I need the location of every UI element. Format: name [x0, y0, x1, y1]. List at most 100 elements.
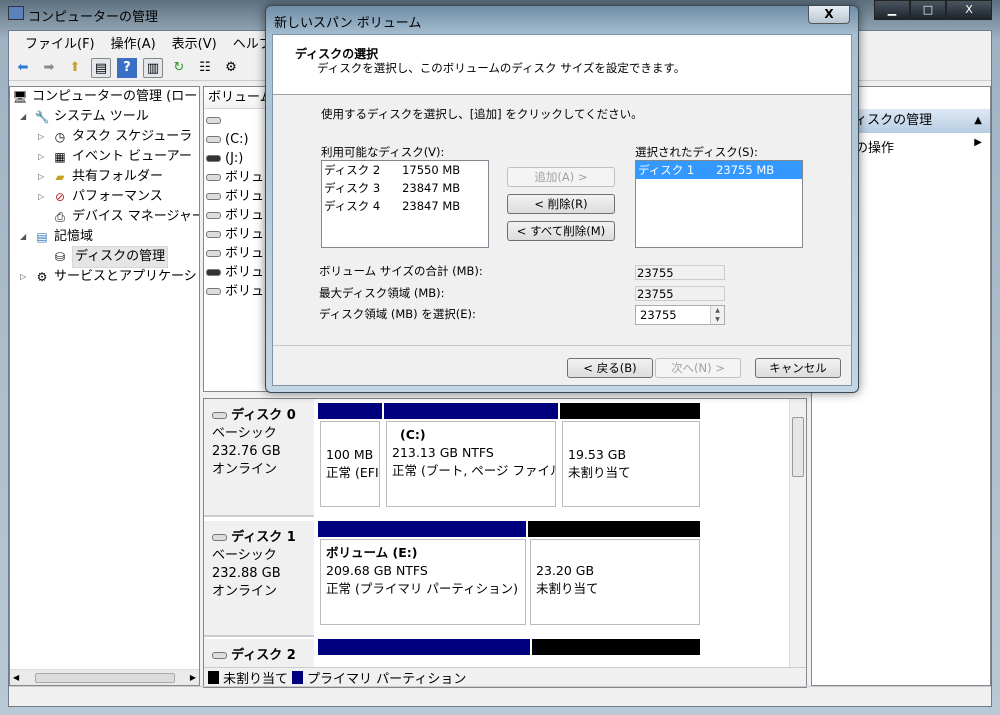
add-button[interactable]: 追加(A) > — [507, 167, 615, 187]
spinner-up-down-icon[interactable]: ▲ ▼ — [710, 306, 724, 324]
drive-icon — [206, 117, 221, 124]
partition-unallocated[interactable]: 23.20 GB 未割り当て — [530, 539, 700, 625]
expand-arrow-icon[interactable]: ▷ — [38, 167, 48, 187]
tree-item-storage[interactable]: ◢ ▤ 記憶域 — [20, 227, 93, 247]
wizard-subheading: ディスクを選択し、このボリュームのディスク サイズを設定できます。 — [317, 61, 686, 75]
tree-item-device-manager[interactable]: ⎙ デバイス マネージャー — [38, 207, 199, 227]
clock-icon: ◷ — [54, 130, 66, 144]
tree-item-task-scheduler[interactable]: ▷ ◷ タスク スケジューラ — [38, 127, 192, 147]
remove-all-button[interactable]: < すべて削除(M) — [507, 221, 615, 241]
volume-row[interactable]: (J:) — [206, 149, 243, 168]
footer-divider — [273, 345, 851, 346]
max-space-value: 23755 — [635, 286, 725, 301]
legend: 未割り当て プライマリ パーティション — [204, 667, 806, 687]
properties-icon[interactable]: ☷ — [195, 58, 215, 78]
list-item[interactable]: ディスク 4 23847 MB — [322, 197, 488, 215]
list-item[interactable]: ディスク 2 17550 MB — [322, 161, 488, 179]
partition-bar-unallocated — [528, 521, 700, 537]
tree-item-event-viewer[interactable]: ▷ ▦ イベント ビューアー — [38, 147, 192, 167]
settings-icon[interactable]: ⚙ — [221, 58, 241, 78]
disk-1-info[interactable]: ディスク 1 ベーシック 232.88 GB オンライン — [204, 521, 314, 637]
chevron-right-icon: ▶ — [974, 137, 982, 148]
menu-view[interactable]: 表示(V) — [164, 33, 225, 52]
partition-bar-unallocated — [532, 639, 700, 655]
drive-icon — [206, 155, 221, 162]
tree-item-services-apps[interactable]: ▷⚙サービスとアプリケーション — [20, 267, 199, 287]
drive-icon — [206, 193, 221, 200]
space-spinner[interactable]: 23755 ▲ ▼ — [635, 305, 725, 325]
total-size-value: 23755 — [635, 265, 725, 280]
drive-icon — [206, 136, 221, 143]
maximize-button[interactable]: □ — [910, 0, 946, 20]
volume-row[interactable]: (C:) — [206, 130, 249, 149]
partition-c[interactable]: (C:) 213.13 GB NTFS 正常 (ブート, ページ ファイル — [386, 421, 556, 507]
partition-unallocated[interactable]: 19.53 GB 未割り当て — [562, 421, 700, 507]
close-button[interactable]: X — [946, 0, 992, 20]
available-disks-label: 利用可能なディスク(V): — [321, 145, 445, 159]
tree-item-performance[interactable]: ▷ ⊘ パフォーマンス — [38, 187, 163, 207]
drive-icon — [206, 212, 221, 219]
back-arrow-icon[interactable]: ⬅ — [13, 58, 33, 78]
scroll-thumb[interactable] — [792, 417, 804, 477]
refresh-icon[interactable]: ↻ — [169, 58, 189, 78]
partition-bar-primary — [318, 521, 526, 537]
more-actions[interactable]: 他の操作 ▶ — [842, 137, 990, 156]
scroll-right-icon[interactable]: ▶ — [190, 673, 196, 682]
services-icon: ⚙ — [36, 270, 48, 284]
status-bar — [9, 686, 991, 706]
collapse-up-icon[interactable]: ▲ — [974, 109, 982, 133]
list-item[interactable]: ディスク 1 23755 MB — [636, 161, 802, 179]
expand-arrow-icon[interactable]: ◢ — [20, 107, 30, 127]
up-folder-icon[interactable]: ⬆ — [65, 58, 85, 78]
wizard-header: ディスクの選択 ディスクを選択し、このボリュームのディスク サイズを設定できます… — [273, 35, 851, 95]
dialog-title: 新しいスパン ボリューム — [274, 16, 422, 31]
total-size-label: ボリューム サイズの合計 (MB): — [319, 264, 483, 278]
disk-icon — [212, 534, 227, 541]
available-disks-list[interactable]: ディスク 2 17550 MB ディスク 3 23847 MB ディスク 4 2… — [321, 160, 489, 248]
tree-item-system-tools[interactable]: ◢ 🔧 システム ツール — [20, 107, 149, 127]
remove-button[interactable]: < 削除(R) — [507, 194, 615, 214]
forward-arrow-icon[interactable]: ➡ — [39, 58, 59, 78]
scroll-thumb[interactable] — [34, 672, 175, 683]
max-space-label: 最大ディスク領域 (MB): — [319, 286, 445, 300]
menu-file[interactable]: ファイル(F) — [17, 33, 103, 52]
graph-vertical-scrollbar[interactable] — [789, 399, 806, 669]
instruction-text: 使用するディスクを選択し、[追加] をクリックしてください。 — [321, 107, 643, 121]
new-spanned-volume-dialog: 新しいスパン ボリューム X ディスクの選択 ディスクを選択し、このボリュームの… — [265, 5, 859, 393]
back-button[interactable]: < 戻る(B) — [567, 358, 653, 378]
tree-horizontal-scrollbar[interactable]: ◀ ▶ — [10, 669, 199, 685]
disk-0-info[interactable]: ディスク 0 ベーシック 232.76 GB オンライン — [204, 399, 314, 517]
list-item[interactable]: ディスク 3 23847 MB — [322, 179, 488, 197]
tree-root[interactable]: 🖥コンピューターの管理 (ローカル) — [12, 87, 199, 107]
primary-swatch — [292, 671, 304, 684]
expand-arrow-icon[interactable]: ▷ — [38, 187, 48, 207]
volume-row[interactable] — [206, 111, 225, 130]
dialog-close-button[interactable]: X — [808, 6, 850, 24]
next-button[interactable]: 次へ(N) > — [655, 358, 741, 378]
device-manager-icon: ⎙ — [55, 210, 65, 224]
minimize-button[interactable]: ▁ — [874, 0, 910, 20]
cancel-button[interactable]: キャンセル — [755, 358, 841, 378]
menu-action[interactable]: 操作(A) — [103, 33, 164, 52]
selected-disks-list[interactable]: ディスク 1 23755 MB — [635, 160, 803, 248]
drive-icon — [206, 288, 221, 295]
disk-graphical-view: ディスク 0 ベーシック 232.76 GB オンライン 100 MB 正常 (EFI… — [203, 398, 807, 688]
show-hide-tree-icon[interactable]: ▤ — [91, 57, 111, 78]
unallocated-swatch — [208, 671, 219, 684]
partition-efi[interactable]: 100 MB 正常 (EFI — [320, 421, 380, 507]
scroll-left-icon[interactable]: ◀ — [13, 673, 19, 682]
expand-arrow-icon[interactable]: ◢ — [20, 227, 30, 247]
help-icon[interactable]: ? — [117, 57, 137, 78]
drive-icon — [206, 269, 221, 276]
event-log-icon: ▦ — [54, 150, 66, 164]
expand-arrow-icon[interactable]: ▷ — [38, 127, 48, 147]
expand-arrow-icon[interactable]: ▷ — [38, 147, 48, 167]
drive-icon — [206, 250, 221, 257]
show-hide-action-pane-icon[interactable]: ▥ — [143, 57, 163, 78]
tree-item-disk-management[interactable]: ⛁ ディスクの管理 — [38, 246, 169, 268]
expand-arrow-icon[interactable]: ▷ — [20, 267, 30, 287]
tree-pane: 🖥コンピューターの管理 (ローカル) ◢🔧システム ツール ▷◷タスク スケジュ… — [9, 86, 200, 686]
disk-management-icon: ⛁ — [54, 250, 66, 264]
tree-item-shared-folders[interactable]: ▷ ▰ 共有フォルダー — [38, 167, 163, 187]
partition-e[interactable]: ボリューム (E:) 209.68 GB NTFS 正常 (プライマリ パーティショ… — [320, 539, 526, 625]
